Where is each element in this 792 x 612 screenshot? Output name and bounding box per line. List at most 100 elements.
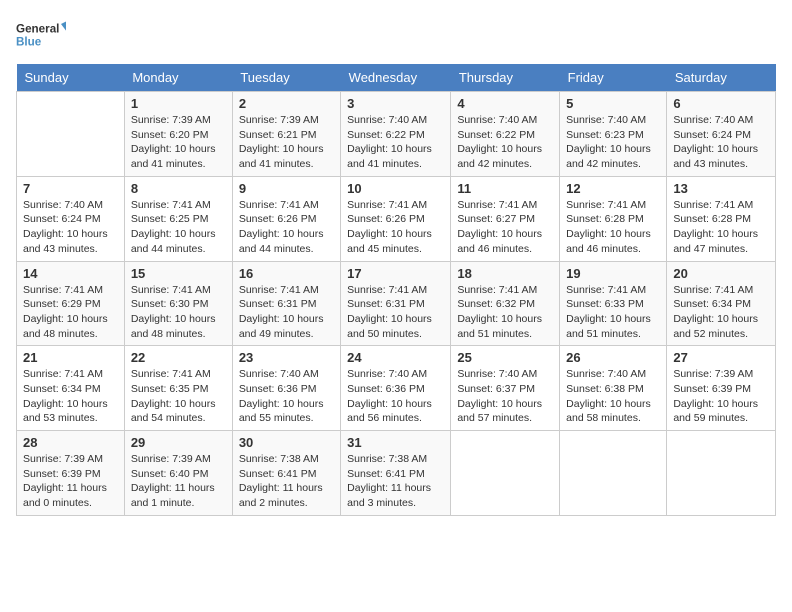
day-number: 30: [239, 435, 334, 450]
calendar-cell: 20 Sunrise: 7:41 AM Sunset: 6:34 PM Dayli…: [667, 261, 776, 346]
calendar-week-row: 21 Sunrise: 7:41 AM Sunset: 6:34 PM Dayli…: [17, 346, 776, 431]
calendar-cell: 4 Sunrise: 7:40 AM Sunset: 6:22 PM Daylig…: [451, 92, 560, 177]
day-info: Sunrise: 7:41 AM Sunset: 6:27 PM Dayligh…: [457, 198, 553, 257]
calendar-cell: 31 Sunrise: 7:38 AM Sunset: 6:41 PM Dayli…: [341, 431, 451, 516]
day-info: Sunrise: 7:38 AM Sunset: 6:41 PM Dayligh…: [239, 452, 334, 511]
day-info: Sunrise: 7:41 AM Sunset: 6:31 PM Dayligh…: [347, 283, 444, 342]
day-number: 21: [23, 350, 118, 365]
day-number: 12: [566, 181, 660, 196]
calendar-cell: [667, 431, 776, 516]
day-info: Sunrise: 7:41 AM Sunset: 6:28 PM Dayligh…: [673, 198, 769, 257]
logo-svg: General Blue: [16, 16, 66, 52]
day-info: Sunrise: 7:39 AM Sunset: 6:20 PM Dayligh…: [131, 113, 226, 172]
day-info: Sunrise: 7:39 AM Sunset: 6:40 PM Dayligh…: [131, 452, 226, 511]
day-info: Sunrise: 7:41 AM Sunset: 6:34 PM Dayligh…: [673, 283, 769, 342]
day-number: 2: [239, 96, 334, 111]
calendar-cell: 15Sunrise: 7:41 AM Sunset: 6:30 PM Dayli…: [124, 261, 232, 346]
calendar-cell: 10Sunrise: 7:41 AM Sunset: 6:26 PM Dayli…: [341, 176, 451, 261]
day-number: 26: [566, 350, 660, 365]
day-number: 8: [131, 181, 226, 196]
calendar-cell: [17, 92, 125, 177]
day-number: 6: [673, 96, 769, 111]
day-number: 31: [347, 435, 444, 450]
calendar-cell: 18Sunrise: 7:41 AM Sunset: 6:32 PM Dayli…: [451, 261, 560, 346]
day-info: Sunrise: 7:40 AM Sunset: 6:24 PM Dayligh…: [23, 198, 118, 257]
day-info: Sunrise: 7:40 AM Sunset: 6:37 PM Dayligh…: [457, 367, 553, 426]
calendar-cell: 16 Sunrise: 7:41 AM Sunset: 6:31 PM Dayli…: [232, 261, 340, 346]
day-number: 17: [347, 266, 444, 281]
day-number: 11: [457, 181, 553, 196]
day-info: Sunrise: 7:41 AM Sunset: 6:31 PM Dayligh…: [239, 283, 334, 342]
day-number: 20: [673, 266, 769, 281]
calendar-cell: 2 Sunrise: 7:39 AM Sunset: 6:21 PM Daylig…: [232, 92, 340, 177]
day-number: 9: [239, 181, 334, 196]
day-number: 16: [239, 266, 334, 281]
day-number: 19: [566, 266, 660, 281]
calendar-cell: 1 Sunrise: 7:39 AM Sunset: 6:20 PM Daylig…: [124, 92, 232, 177]
day-info: Sunrise: 7:41 AM Sunset: 6:33 PM Dayligh…: [566, 283, 660, 342]
day-info: Sunrise: 7:40 AM Sunset: 6:38 PM Dayligh…: [566, 367, 660, 426]
calendar-cell: 3 Sunrise: 7:40 AM Sunset: 6:22 PM Daylig…: [341, 92, 451, 177]
svg-text:Blue: Blue: [16, 36, 42, 49]
weekday-header-thursday: Thursday: [451, 64, 560, 92]
day-info: Sunrise: 7:41 AM Sunset: 6:28 PM Dayligh…: [566, 198, 660, 257]
calendar-cell: 12 Sunrise: 7:41 AM Sunset: 6:28 PM Dayli…: [560, 176, 667, 261]
day-info: Sunrise: 7:41 AM Sunset: 6:32 PM Dayligh…: [457, 283, 553, 342]
weekday-header-saturday: Saturday: [667, 64, 776, 92]
calendar-cell: [560, 431, 667, 516]
calendar-cell: 6Sunrise: 7:40 AM Sunset: 6:24 PM Daylig…: [667, 92, 776, 177]
day-info: Sunrise: 7:40 AM Sunset: 6:36 PM Dayligh…: [347, 367, 444, 426]
calendar-week-row: 14 Sunrise: 7:41 AM Sunset: 6:29 PM Dayli…: [17, 261, 776, 346]
day-number: 1: [131, 96, 226, 111]
calendar-week-row: 7 Sunrise: 7:40 AM Sunset: 6:24 PM Daylig…: [17, 176, 776, 261]
calendar-cell: 22 Sunrise: 7:41 AM Sunset: 6:35 PM Dayli…: [124, 346, 232, 431]
day-info: Sunrise: 7:41 AM Sunset: 6:26 PM Dayligh…: [347, 198, 444, 257]
day-info: Sunrise: 7:41 AM Sunset: 6:29 PM Dayligh…: [23, 283, 118, 342]
calendar-cell: 24 Sunrise: 7:40 AM Sunset: 6:36 PM Dayli…: [341, 346, 451, 431]
day-number: 7: [23, 181, 118, 196]
day-info: Sunrise: 7:40 AM Sunset: 6:23 PM Dayligh…: [566, 113, 660, 172]
day-number: 29: [131, 435, 226, 450]
calendar-cell: 30 Sunrise: 7:38 AM Sunset: 6:41 PM Dayli…: [232, 431, 340, 516]
calendar-cell: 23Sunrise: 7:40 AM Sunset: 6:36 PM Dayli…: [232, 346, 340, 431]
day-number: 27: [673, 350, 769, 365]
day-info: Sunrise: 7:40 AM Sunset: 6:22 PM Dayligh…: [457, 113, 553, 172]
day-info: Sunrise: 7:41 AM Sunset: 6:26 PM Dayligh…: [239, 198, 334, 257]
day-info: Sunrise: 7:40 AM Sunset: 6:22 PM Dayligh…: [347, 113, 444, 172]
calendar-cell: 17 Sunrise: 7:41 AM Sunset: 6:31 PM Dayli…: [341, 261, 451, 346]
day-info: Sunrise: 7:41 AM Sunset: 6:25 PM Dayligh…: [131, 198, 226, 257]
day-info: Sunrise: 7:41 AM Sunset: 6:35 PM Dayligh…: [131, 367, 226, 426]
calendar-cell: [451, 431, 560, 516]
calendar-cell: 29 Sunrise: 7:39 AM Sunset: 6:40 PM Dayli…: [124, 431, 232, 516]
calendar-cell: 19 Sunrise: 7:41 AM Sunset: 6:33 PM Dayli…: [560, 261, 667, 346]
calendar-cell: 5 Sunrise: 7:40 AM Sunset: 6:23 PM Daylig…: [560, 92, 667, 177]
weekday-header-sunday: Sunday: [17, 64, 125, 92]
page-header: General Blue: [16, 16, 776, 52]
calendar-cell: 7 Sunrise: 7:40 AM Sunset: 6:24 PM Daylig…: [17, 176, 125, 261]
day-info: Sunrise: 7:41 AM Sunset: 6:34 PM Dayligh…: [23, 367, 118, 426]
day-info: Sunrise: 7:39 AM Sunset: 6:39 PM Dayligh…: [673, 367, 769, 426]
calendar-cell: 8 Sunrise: 7:41 AM Sunset: 6:25 PM Daylig…: [124, 176, 232, 261]
day-info: Sunrise: 7:41 AM Sunset: 6:30 PM Dayligh…: [131, 283, 226, 342]
day-number: 22: [131, 350, 226, 365]
day-number: 5: [566, 96, 660, 111]
day-info: Sunrise: 7:38 AM Sunset: 6:41 PM Dayligh…: [347, 452, 444, 511]
weekday-header-friday: Friday: [560, 64, 667, 92]
calendar-cell: 26 Sunrise: 7:40 AM Sunset: 6:38 PM Dayli…: [560, 346, 667, 431]
weekday-header-tuesday: Tuesday: [232, 64, 340, 92]
day-info: Sunrise: 7:39 AM Sunset: 6:39 PM Dayligh…: [23, 452, 118, 511]
day-number: 14: [23, 266, 118, 281]
calendar-cell: 13Sunrise: 7:41 AM Sunset: 6:28 PM Dayli…: [667, 176, 776, 261]
day-number: 23: [239, 350, 334, 365]
day-info: Sunrise: 7:39 AM Sunset: 6:21 PM Dayligh…: [239, 113, 334, 172]
calendar-cell: 9 Sunrise: 7:41 AM Sunset: 6:26 PM Daylig…: [232, 176, 340, 261]
day-number: 3: [347, 96, 444, 111]
calendar-cell: 21 Sunrise: 7:41 AM Sunset: 6:34 PM Dayli…: [17, 346, 125, 431]
day-number: 4: [457, 96, 553, 111]
calendar-cell: 25Sunrise: 7:40 AM Sunset: 6:37 PM Dayli…: [451, 346, 560, 431]
day-number: 24: [347, 350, 444, 365]
weekday-header-wednesday: Wednesday: [341, 64, 451, 92]
weekday-header-monday: Monday: [124, 64, 232, 92]
calendar-cell: 28 Sunrise: 7:39 AM Sunset: 6:39 PM Dayli…: [17, 431, 125, 516]
day-number: 28: [23, 435, 118, 450]
